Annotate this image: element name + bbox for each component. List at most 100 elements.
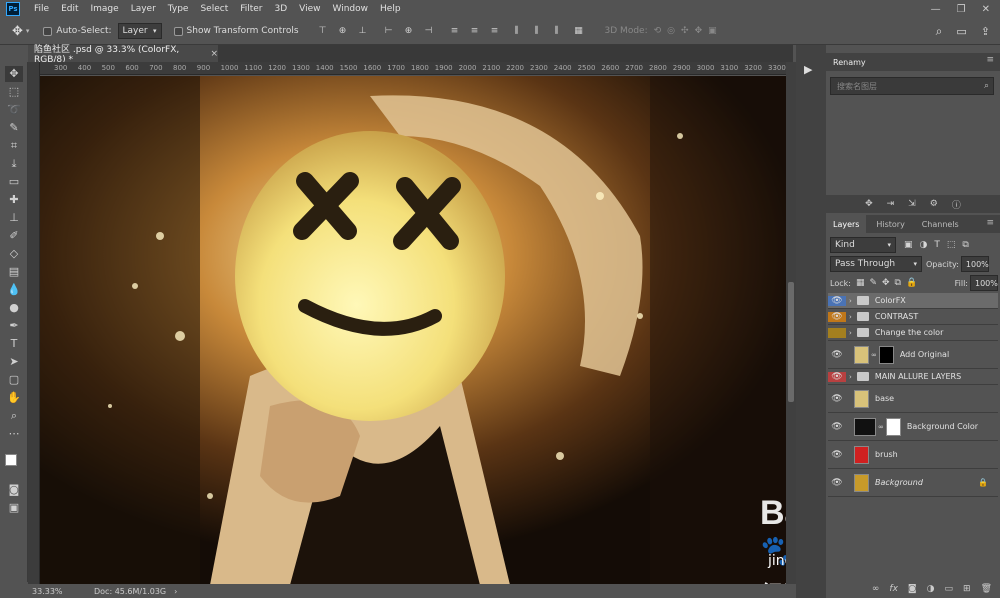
stamp-tool-icon[interactable]: ⊥ bbox=[5, 210, 23, 226]
3d-slide-icon[interactable]: ✥ bbox=[695, 26, 703, 36]
scroll-thumb[interactable] bbox=[788, 282, 794, 402]
menu-window[interactable]: Window bbox=[327, 4, 375, 14]
visibility-eye-icon[interactable]: 👁 bbox=[828, 311, 846, 322]
tab-channels[interactable]: Channels bbox=[915, 215, 966, 233]
expand-chevron-icon[interactable]: › bbox=[849, 297, 852, 305]
panel-menu-icon[interactable]: ≡ bbox=[986, 218, 994, 228]
show-transform-checkbox[interactable] bbox=[173, 26, 183, 36]
vertical-scrollbar[interactable] bbox=[786, 62, 796, 584]
move-tool-icon[interactable]: ✥ bbox=[5, 66, 23, 82]
menu-file[interactable]: File bbox=[28, 4, 55, 14]
opacity-input[interactable]: 100% bbox=[960, 256, 989, 272]
adjustment-layer-icon[interactable]: ◑ bbox=[927, 584, 935, 594]
blur-tool-icon[interactable]: 💧 bbox=[5, 282, 23, 298]
new-group-icon[interactable]: ▭ bbox=[945, 584, 954, 594]
3d-scale-icon[interactable]: ▣ bbox=[708, 26, 717, 36]
lock-position-icon[interactable]: ✥ bbox=[882, 278, 890, 288]
align-bottom-icon[interactable]: ⊥ bbox=[357, 25, 369, 37]
play-icon[interactable]: ▶ bbox=[804, 63, 812, 76]
rename-search-box[interactable]: 搜索名图层 ⌕ bbox=[830, 77, 994, 95]
3d-orbit-icon[interactable]: ⟲ bbox=[654, 26, 662, 36]
menu-3d[interactable]: 3D bbox=[269, 4, 294, 14]
eraser-tool-icon[interactable]: ◇ bbox=[5, 246, 23, 262]
layer-row-contrast[interactable]: 👁 › CONTRAST bbox=[828, 309, 998, 325]
layer-row-add-original[interactable]: 👁 ∞ Add Original bbox=[828, 341, 998, 369]
restore-icon[interactable]: ❐ bbox=[957, 4, 966, 15]
align-vcenter-icon[interactable]: ⊕ bbox=[337, 25, 349, 37]
tab-layers[interactable]: Layers bbox=[826, 215, 867, 233]
expand-chevron-icon[interactable]: › bbox=[849, 313, 852, 321]
quick-select-tool-icon[interactable]: ✎ bbox=[5, 120, 23, 136]
close-icon[interactable]: ✕ bbox=[982, 4, 990, 15]
distribute-vcenter-icon[interactable]: ≡ bbox=[469, 25, 481, 37]
screen-mode-icon[interactable]: ▣ bbox=[5, 500, 23, 516]
layer-row-main-allure-layers[interactable]: 👁 › MAIN ALLURE LAYERS bbox=[828, 369, 998, 385]
visibility-eye-icon[interactable]: 👁 bbox=[828, 371, 846, 382]
menu-select[interactable]: Select bbox=[194, 4, 234, 14]
status-arrow-icon[interactable]: › bbox=[174, 587, 177, 596]
add-mask-icon[interactable]: ◙ bbox=[908, 584, 917, 594]
filter-pixel-icon[interactable]: ▣ bbox=[904, 240, 913, 250]
filter-adjustment-icon[interactable]: ◑ bbox=[920, 240, 928, 250]
more-tools-icon[interactable]: ⋯ bbox=[5, 426, 23, 442]
distribute-bottom-icon[interactable]: ≡ bbox=[489, 25, 501, 37]
visibility-empty-icon[interactable] bbox=[828, 327, 846, 338]
shape-tool-icon[interactable]: ▢ bbox=[5, 372, 23, 388]
layer-row-colorfx[interactable]: 👁 › ColorFX bbox=[828, 293, 998, 309]
frame-tool-icon[interactable]: ▭ bbox=[5, 174, 23, 190]
visibility-eye-icon[interactable]: 👁 bbox=[828, 295, 846, 306]
expand-chevron-icon[interactable]: › bbox=[849, 329, 852, 337]
arrow-icon[interactable]: ⇥ bbox=[887, 199, 895, 209]
visibility-eye-icon[interactable]: 👁 bbox=[828, 422, 846, 432]
dodge-tool-icon[interactable]: ● bbox=[5, 300, 23, 316]
path-selection-tool-icon[interactable]: ➤ bbox=[5, 354, 23, 370]
layer-row-brush[interactable]: 👁 brush bbox=[828, 441, 998, 469]
crop-tool-icon[interactable]: ⌗ bbox=[5, 138, 23, 154]
share-icon[interactable]: ⇪ bbox=[981, 25, 990, 38]
lock-transparent-icon[interactable]: ▦ bbox=[856, 278, 865, 288]
layer-row-base[interactable]: 👁 base bbox=[828, 385, 998, 413]
quick-mask-icon[interactable]: ◙ bbox=[5, 482, 23, 498]
distribute-left-icon[interactable]: ⫼ bbox=[511, 25, 523, 37]
auto-select-dropdown[interactable]: Layer ▾ bbox=[117, 23, 162, 39]
layer-row-background-color[interactable]: 👁 ∞ Background Color bbox=[828, 413, 998, 441]
expand-chevron-icon[interactable]: › bbox=[849, 373, 852, 381]
workspace-icon[interactable]: ▭ bbox=[956, 25, 966, 38]
visibility-eye-icon[interactable]: 👁 bbox=[828, 450, 846, 460]
rename-panel-title[interactable]: Renamy bbox=[826, 53, 873, 71]
export-icon[interactable]: ⇲ bbox=[908, 199, 916, 209]
blend-mode-dropdown[interactable]: Pass Through ▾ bbox=[830, 256, 922, 272]
gradient-tool-icon[interactable]: ▤ bbox=[5, 264, 23, 280]
layer-row-change-the-color[interactable]: › Change the color bbox=[828, 325, 998, 341]
visibility-eye-icon[interactable]: 👁 bbox=[828, 478, 846, 488]
zoom-tool-icon[interactable]: ⌕ bbox=[5, 408, 23, 424]
move-tool-icon[interactable]: ✥ bbox=[12, 24, 23, 39]
tool-preset-chevron-icon[interactable]: ▾ bbox=[26, 27, 30, 35]
lock-pixels-icon[interactable]: ✎ bbox=[869, 278, 877, 288]
layer-row-background[interactable]: 👁 Background 🔒 bbox=[828, 469, 998, 497]
marquee-tool-icon[interactable]: ⬚ bbox=[5, 84, 23, 100]
menu-layer[interactable]: Layer bbox=[125, 4, 162, 14]
hand-tool-icon[interactable]: ✋ bbox=[5, 390, 23, 406]
lasso-tool-icon[interactable]: ➰ bbox=[5, 102, 23, 118]
lock-artboard-icon[interactable]: ⧉ bbox=[895, 278, 901, 288]
3d-roll-icon[interactable]: ◎ bbox=[667, 26, 675, 36]
menu-image[interactable]: Image bbox=[85, 4, 125, 14]
document-tab[interactable]: 陷鱼社区 .psd @ 33.3% (ColorFX, RGB/8) * × bbox=[28, 45, 218, 65]
fill-input[interactable]: 100% bbox=[970, 275, 998, 291]
menu-help[interactable]: Help bbox=[374, 4, 407, 14]
align-right-icon[interactable]: ⊣ bbox=[423, 25, 435, 37]
pen-tool-icon[interactable]: ✒ bbox=[5, 318, 23, 334]
visibility-eye-icon[interactable]: 👁 bbox=[828, 394, 846, 404]
auto-select-checkbox[interactable] bbox=[43, 26, 53, 36]
align-hcenter-icon[interactable]: ⊕ bbox=[403, 25, 415, 37]
history-brush-tool-icon[interactable]: ✐ bbox=[5, 228, 23, 244]
menu-edit[interactable]: Edit bbox=[55, 4, 84, 14]
menu-type[interactable]: Type bbox=[162, 4, 195, 14]
new-layer-icon[interactable]: ⊞ bbox=[963, 584, 971, 594]
link-layers-icon[interactable]: ∞ bbox=[872, 584, 880, 594]
rename-icon[interactable]: ✥ bbox=[865, 199, 873, 209]
lock-all-icon[interactable]: 🔒 bbox=[906, 278, 917, 288]
auto-align-icon[interactable]: ▦ bbox=[573, 25, 585, 37]
type-tool-icon[interactable]: T bbox=[5, 336, 23, 352]
